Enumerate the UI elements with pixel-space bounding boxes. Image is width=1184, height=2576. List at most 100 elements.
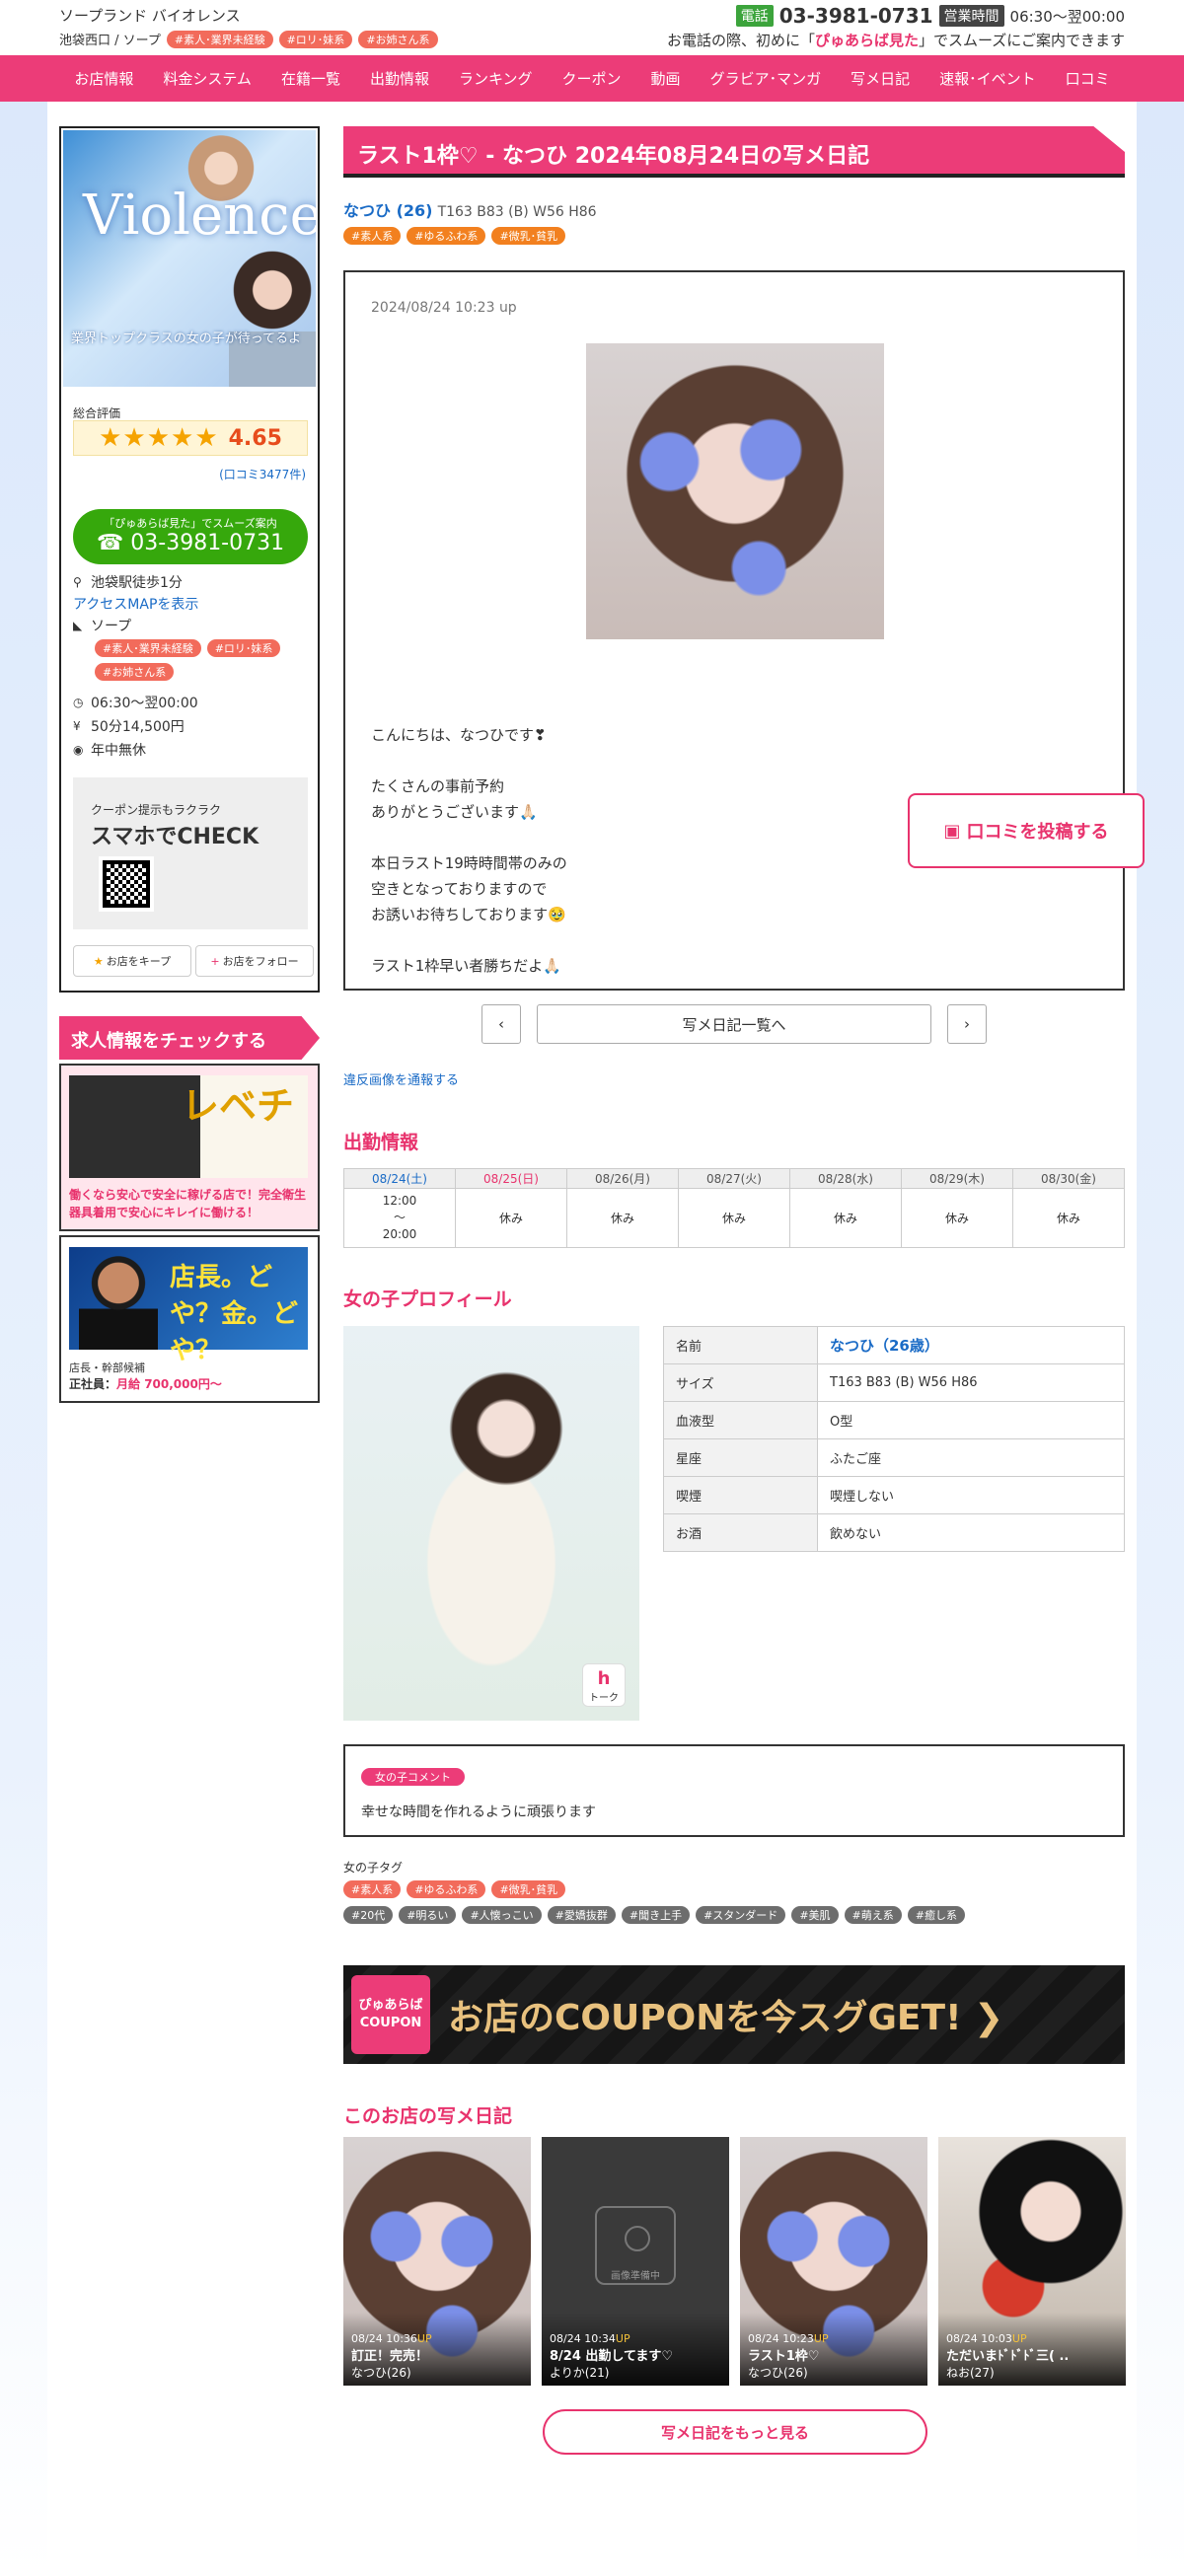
shop-title[interactable]: ソープランド バイオレンス [59,5,241,26]
nav-shop-info[interactable]: お店情報 [74,68,133,89]
girl-tag[interactable]: #スタンダード [696,1906,786,1924]
diary-card-name: よりか(21) [550,2366,610,2380]
girl-tag[interactable]: #微乳･貧乳 [491,1880,566,1898]
girl-tag[interactable]: #微乳･貧乳 [491,227,566,245]
schedule-cell: 休み [455,1188,567,1248]
review-count-link[interactable]: (口コミ3477件) [219,466,306,482]
sidebar-tag[interactable]: #素人･業界未経験 [95,639,201,657]
profile-heading: 女の子プロフィール [343,1288,512,1310]
diary-card-overlay: 08/24 10:36UP 訂正！完売！ なつひ(26) [343,2313,531,2386]
nav-coupon[interactable]: クーポン [562,68,622,89]
diary-card[interactable]: 08/24 10:36UP 訂正！完売！ なつひ(26) [343,2137,531,2386]
post-review-button[interactable]: ▣ 口コミを投稿する [908,793,1145,868]
schedule-day: 08/25(日) [455,1168,567,1189]
shop-tag[interactable]: #素人･業界未経験 [166,30,273,48]
schedule-day: 08/29(木) [901,1168,1013,1189]
profile-key: お酒 [663,1513,818,1552]
up-label: UP [813,2332,829,2345]
diary-list-button[interactable]: 写メ日記一覧へ [537,1004,931,1044]
schedule-cell: 休み [1012,1188,1125,1248]
shop-tag[interactable]: #ロリ･妹系 [278,30,353,48]
girl-tag[interactable]: #愛嬌抜群 [547,1906,616,1924]
diary-card-overlay: 08/24 10:34UP 8/24 出勤してます♡ よりか(21) [542,2313,729,2386]
notice-post: 」でスムーズにご案内できます [919,32,1125,49]
diary-card[interactable]: 画像準備中 08/24 10:34UP 8/24 出勤してます♡ よりか(21) [542,2137,729,2386]
girl-name[interactable]: なつひ (26) [343,201,432,220]
nav-girls[interactable]: 在籍一覧 [281,68,340,89]
girl-tag[interactable]: #人懐っこい [462,1906,542,1924]
sidebar-tags: #素人･業界未経験 #ロリ･妹系 #お姉さん系 [95,639,312,681]
profile-row: お酒 飲めない [663,1513,1125,1552]
report-image-link[interactable]: 違反画像を通報する [343,1069,459,1088]
price-row: ¥50分14,500円 [73,716,185,736]
sidebar-tag[interactable]: #お姉さん系 [95,663,175,681]
shop-area-genre: 池袋西口 / ソープ [59,34,161,48]
more-diary-button[interactable]: 写メ日記をもっと見る [543,2409,927,2455]
header-tel[interactable]: 03-3981-0731 [779,4,933,28]
call-button[interactable]: 「ぴゅあらば見た」でスムーズ案内 ☎ 03-3981-0731 [73,509,308,564]
heel-icon: ◣ [73,619,83,632]
nav-schedule[interactable]: 出勤情報 [370,68,429,89]
pay-label: 正社員： [69,1377,117,1391]
diary-card-overlay: 08/24 10:23UP ラスト1枠♡ なつひ(26) [740,2313,927,2386]
tel-label: 電話 [735,5,774,27]
talk-badge[interactable]: h トーク [582,1663,626,1707]
girl-tag[interactable]: #素人系 [343,227,402,245]
coupon-banner[interactable]: ぴゅあらば COUPON お店のCOUPONを今スグGET! ❯ [343,1965,1125,2064]
schedule-day: 08/28(水) [789,1168,902,1189]
diary-datetime: 2024/08/24 10:23 up [371,300,517,316]
diary-card-name: なつひ(26) [748,2366,808,2380]
diary-card-time: 08/24 10:03UP [946,2332,1118,2345]
nav-news[interactable]: 速報･イベント [939,68,1036,89]
profile-value: 飲めない [817,1513,1125,1552]
notice-key: ぴゅあらば見た [815,32,920,49]
diary-photo[interactable] [586,343,884,639]
profile-photo[interactable]: h トーク [343,1326,639,1721]
schedule-day: 08/27(火) [678,1168,790,1189]
next-diary-button[interactable]: › [947,1004,987,1044]
shop-tag[interactable]: #お姉さん系 [358,30,438,48]
nav-video[interactable]: 動画 [651,68,681,89]
girl-tag[interactable]: #20代 [343,1906,394,1924]
phone-icon: ☎ [96,531,131,555]
hours-text: 06:30〜翌00:00 [91,696,198,711]
clock-icon: ◷ [73,696,84,709]
girl-tag[interactable]: #ゆるふわ系 [407,227,486,245]
girl-tag[interactable]: #ゆるふわ系 [407,1880,486,1898]
calendar-icon: ◉ [73,743,84,757]
recruit-card[interactable]: 店長。どや？金。どや？ 店長・幹部候補 正社員：月給 700,000円〜 [59,1235,320,1403]
shop-banner[interactable]: Violence 業界トップクラスの女の子が待ってるよ [63,130,316,387]
recruit-heading[interactable]: 求人情報をチェックする [59,1016,320,1060]
recruit-card[interactable]: レベチ 働くなら安心で安全に稼げる店で！完全衛生器具着用で安心にキレイに働ける！ [59,1064,320,1231]
girl-tag[interactable]: #明るい [399,1906,457,1924]
star-icon: ★ [93,954,104,968]
profile-key: 名前 [663,1326,818,1364]
girl-tag[interactable]: #癒し系 [907,1906,965,1924]
recruit-role: 店長・幹部候補 [69,1362,145,1374]
sidebar-tag[interactable]: #ロリ･妹系 [206,639,281,657]
prev-diary-button[interactable]: ‹ [481,1004,521,1044]
map-link[interactable]: アクセスMAPを表示 [73,594,198,614]
diary-card[interactable]: 08/24 10:23UP ラスト1枠♡ なつひ(26) [740,2137,927,2386]
nav-ranking[interactable]: ランキング [459,68,533,89]
girl-tag[interactable]: #萌え系 [844,1906,902,1924]
girl-tag[interactable]: #素人系 [343,1880,402,1898]
follow-shop-button[interactable]: + お店をフォロー [195,945,314,977]
shop-subtitle: 池袋西口 / ソープ #素人･業界未経験 #ロリ･妹系 #お姉さん系 [59,30,438,48]
nav-diary[interactable]: 写メ日記 [851,68,910,89]
keep-shop-button[interactable]: ★ お店をキープ [73,945,191,977]
call-notice: お電話の際、初めに「ぴゅあらば見た」でスムーズにご案内できます [667,30,1125,50]
girl-tag[interactable]: #聞き上手 [621,1906,691,1924]
profile-row: 喫煙 喫煙しない [663,1476,1125,1514]
eval-label: 総合評価 [73,406,121,420]
nav-price[interactable]: 料金システム [163,68,252,89]
girl-tag[interactable]: #美肌 [791,1906,839,1924]
diary-card[interactable]: 08/24 10:03UP ただいまﾄﾞﾄﾞﾄﾞ三( .. ねお(27) [938,2137,1126,2386]
nav-gravure[interactable]: グラビア･マンガ [710,68,822,89]
coupon-logo: ぴゅあらば COUPON [351,1975,430,2054]
banner-caption: 業界トップクラスの女の子が待ってるよ [71,331,302,346]
nav-reviews[interactable]: 口コミ [1066,68,1110,89]
profile-value: 喫煙しない [817,1476,1125,1514]
profile-table: 名前 なつひ（26歳） サイズ T163 B83 (B) W56 H86 血液型 O型… [663,1326,1125,1552]
talk-icon: h [597,1668,611,1689]
